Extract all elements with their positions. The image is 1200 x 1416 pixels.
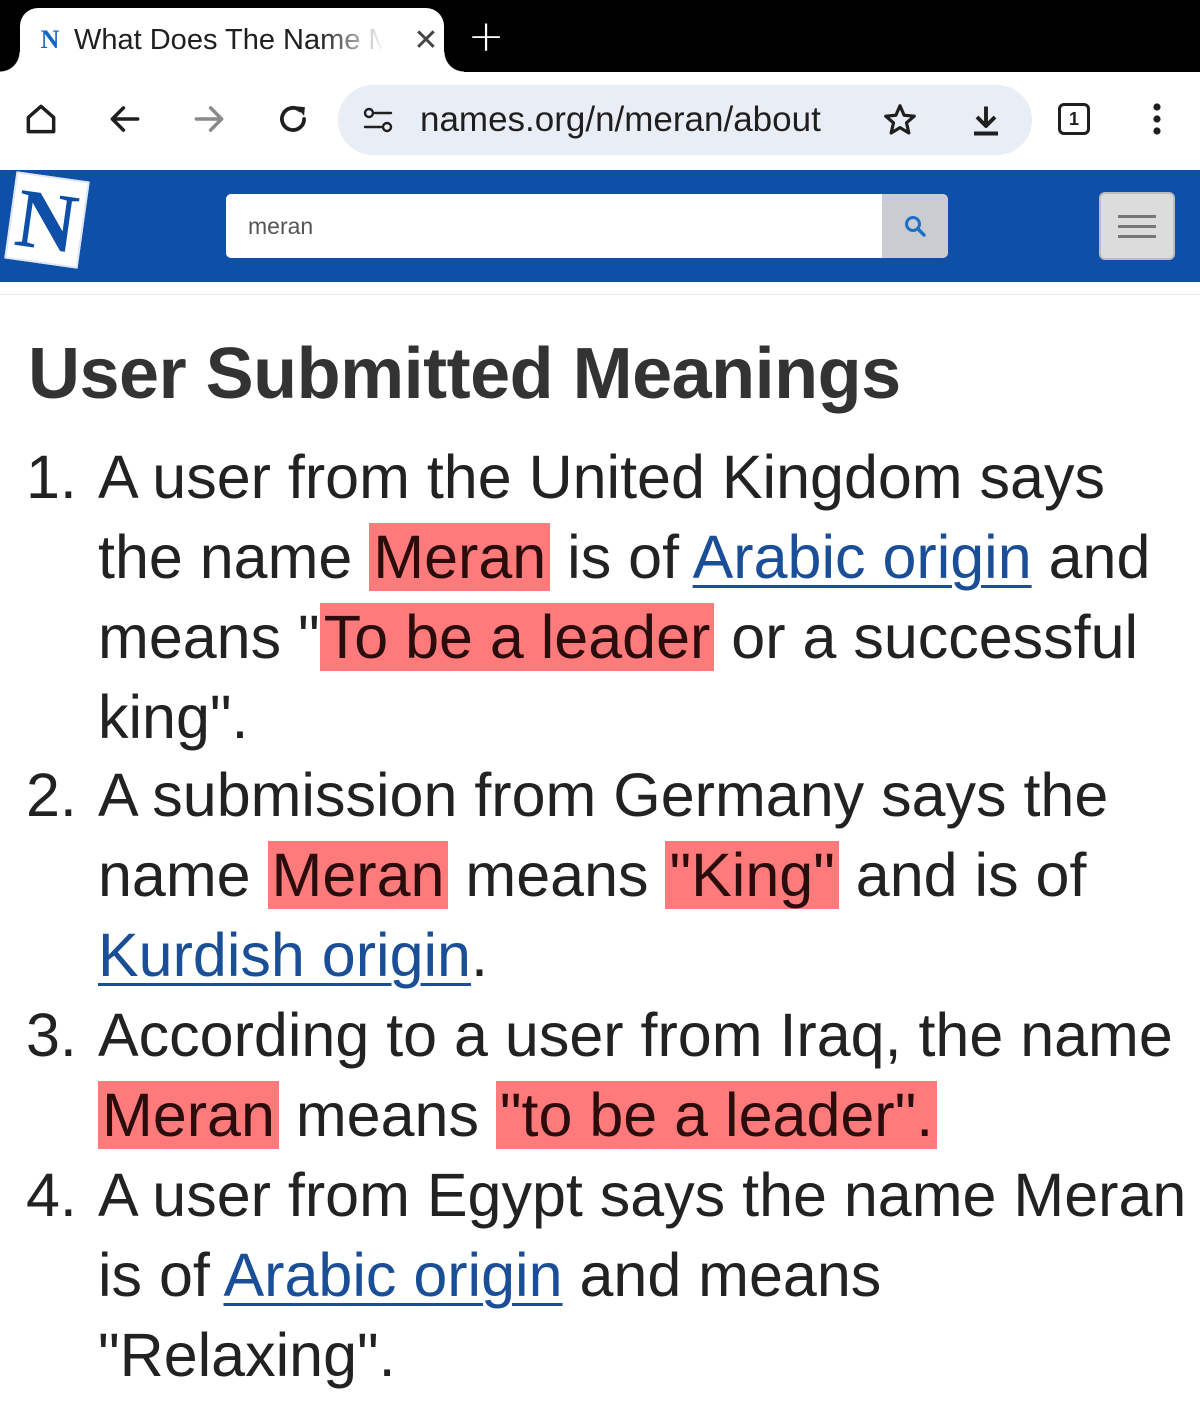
search-icon xyxy=(905,216,926,237)
list-item: 3. According to a user from Iraq, the na… xyxy=(26,995,1188,1155)
page-title: User Submitted Meanings xyxy=(28,334,901,414)
origin-link[interactable]: Arabic origin xyxy=(223,1241,562,1309)
list-item: 4. A user from Egypt says the name Meran… xyxy=(26,1155,1188,1395)
tab-count-icon[interactable]: 1 xyxy=(1058,103,1090,135)
browser-tab[interactable]: N What Does The Name Meran Mean? ✕ xyxy=(0,8,464,72)
home-icon[interactable] xyxy=(18,96,64,142)
search-button[interactable] xyxy=(882,194,948,258)
highlighted-meaning: "to be a leader". xyxy=(495,1081,938,1149)
close-tab-icon[interactable]: ✕ xyxy=(408,26,444,62)
site-logo[interactable]: N xyxy=(4,171,90,272)
search-input[interactable] xyxy=(226,194,884,258)
item-number: 2. xyxy=(26,761,77,829)
tab-strip: N What Does The Name Meran Mean? ✕ + xyxy=(0,0,1200,72)
list-item: 1. A user from the United Kingdom says t… xyxy=(26,437,1188,757)
main-content: User Submitted Meanings 1. A user from t… xyxy=(0,294,1200,1389)
star-icon[interactable] xyxy=(878,98,922,142)
browser-toolbar: names.org/n/meran/about xyxy=(0,72,1200,170)
site-header: N xyxy=(0,170,1200,282)
highlighted-name: Meran xyxy=(369,523,551,591)
more-icon[interactable] xyxy=(1134,96,1180,142)
highlighted-name: Meran xyxy=(98,1081,279,1149)
origin-link[interactable]: Arabic origin xyxy=(693,523,1032,591)
origin-link[interactable]: Kurdish origin xyxy=(98,921,471,989)
forward-icon[interactable] xyxy=(186,96,232,142)
new-tab-icon[interactable]: + xyxy=(466,15,506,59)
highlighted-name: Meran xyxy=(267,841,449,909)
highlighted-meaning: "King" xyxy=(665,841,839,909)
hamburger-menu-button[interactable] xyxy=(1099,192,1175,260)
url-text[interactable]: names.org/n/meran/about xyxy=(420,99,860,141)
item-number: 1. xyxy=(26,443,77,511)
item-number: 4. xyxy=(26,1161,77,1229)
list-item: 2. A submission from Germany says the na… xyxy=(26,755,1188,995)
item-number: 3. xyxy=(26,1001,77,1069)
search-box xyxy=(226,194,884,258)
site-settings-icon[interactable] xyxy=(362,105,394,135)
download-icon[interactable] xyxy=(964,98,1008,142)
favicon-icon: N xyxy=(40,25,60,54)
reload-icon[interactable] xyxy=(270,96,316,142)
highlighted-meaning: To be a leader xyxy=(319,603,715,671)
address-bar[interactable]: names.org/n/meran/about xyxy=(338,85,1032,155)
back-icon[interactable] xyxy=(102,96,148,142)
